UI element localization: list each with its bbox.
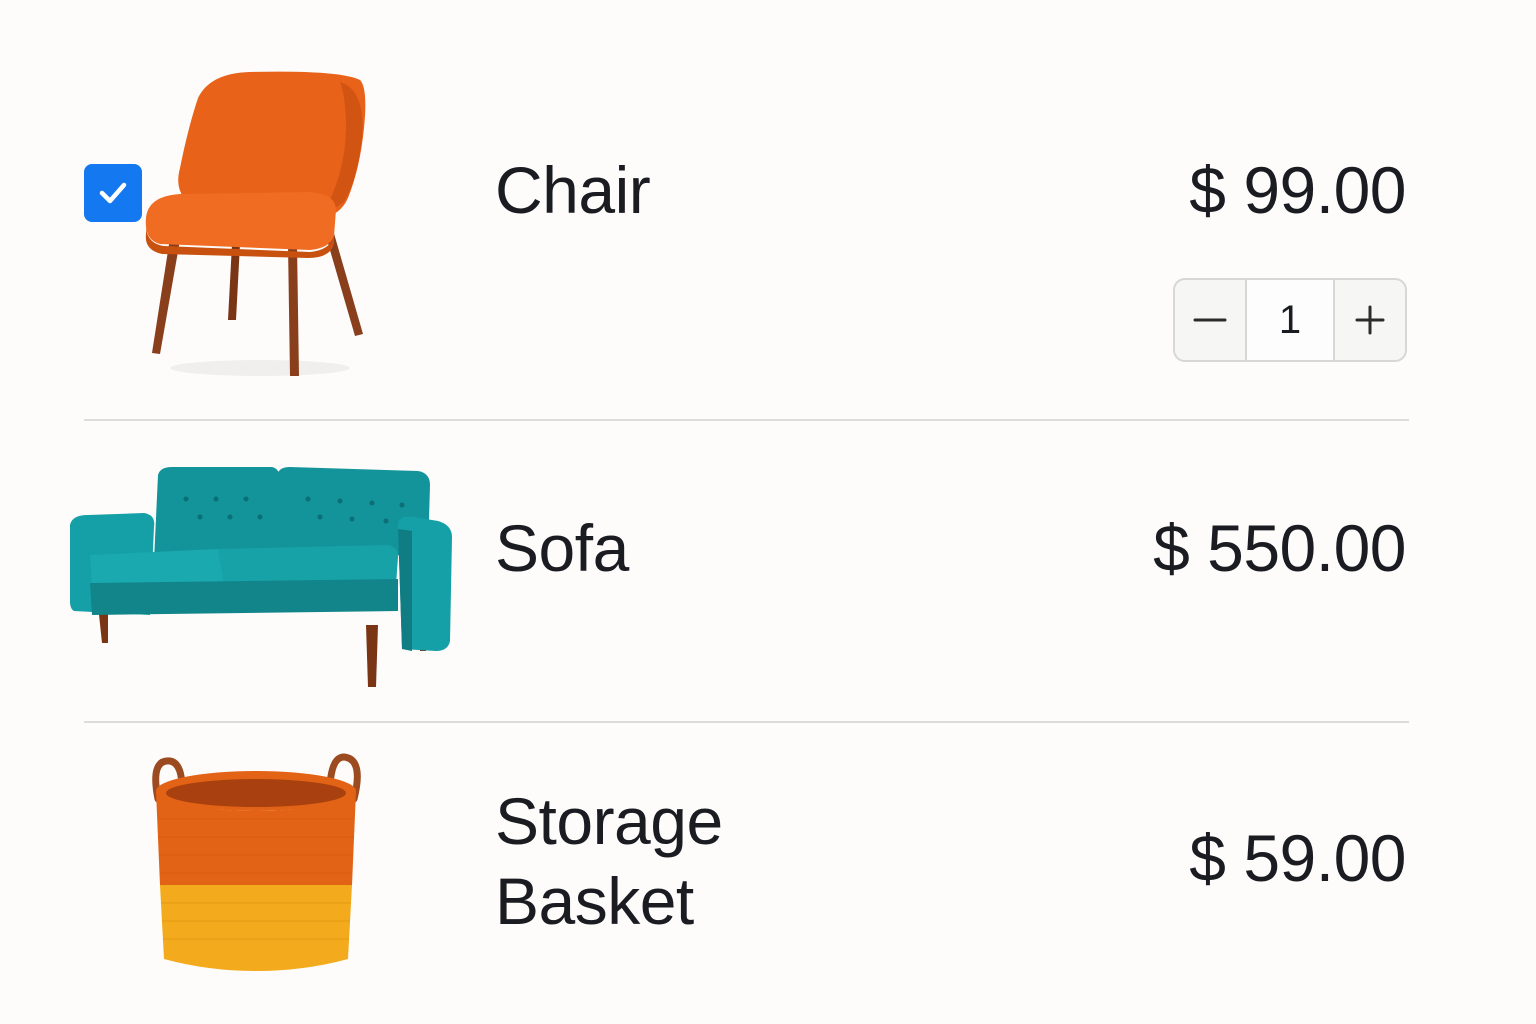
check-icon (99, 182, 127, 204)
minus-icon (1193, 318, 1227, 322)
orange-yellow-basket-icon (152, 753, 361, 971)
cart-list: Chair $ 99.00 1 Sofa $ 550.00 Storage Ba… (0, 0, 1536, 1024)
select-item-checkbox[interactable] (84, 164, 142, 222)
item-name: Chair (495, 153, 651, 227)
cart-item-sofa: Sofa $ 550.00 (0, 421, 1536, 721)
orange-chair-icon (145, 71, 366, 376)
item-price: $ 59.00 (1189, 821, 1406, 895)
cart-item-storage-basket: Storage Basket $ 59.00 (0, 723, 1536, 1024)
decrease-quantity-button[interactable] (1175, 280, 1245, 360)
quantity-stepper[interactable]: 1 (1173, 278, 1407, 362)
teal-sofa-icon (70, 467, 452, 687)
cart-item-chair: Chair $ 99.00 1 (0, 0, 1536, 420)
quantity-value[interactable]: 1 (1244, 280, 1336, 360)
item-price: $ 99.00 (1189, 153, 1406, 227)
item-price: $ 550.00 (1153, 511, 1406, 585)
item-name: Sofa (495, 511, 629, 585)
item-name: Storage Basket (495, 784, 723, 938)
plus-icon (1355, 305, 1385, 335)
increase-quantity-button[interactable] (1335, 280, 1405, 360)
